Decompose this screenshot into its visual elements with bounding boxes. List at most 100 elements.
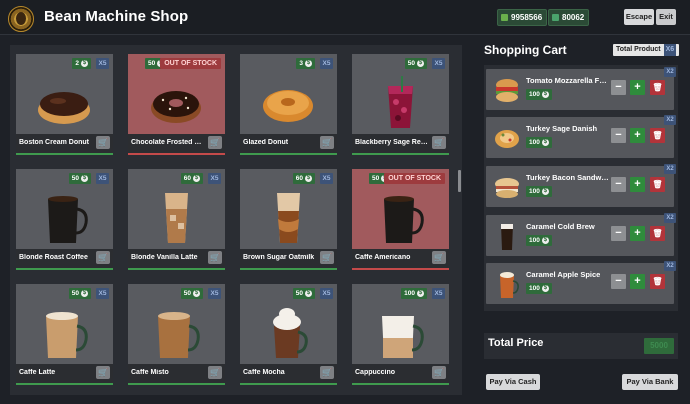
danish-icon bbox=[495, 130, 519, 148]
product-footer: Glazed Donut 🛒 bbox=[240, 134, 337, 155]
increase-qty-button[interactable]: + bbox=[630, 226, 645, 241]
product-footer: Brown Sugar Oatmilk 🛒 bbox=[240, 249, 337, 270]
cart-icon: 🛒 bbox=[434, 253, 444, 262]
add-to-cart-button[interactable]: 🛒 bbox=[320, 136, 334, 149]
trash-icon: 🗑 bbox=[652, 131, 663, 140]
price-tag: 50$ bbox=[404, 58, 427, 69]
stock-count: X5 bbox=[320, 173, 333, 184]
coffee-bean-logo-icon bbox=[8, 6, 34, 32]
product-grid[interactable]: 2$ X5 Boston Cream Donut 🛒 50$ OUT OF ST… bbox=[10, 45, 462, 395]
iced-latte-icon bbox=[165, 193, 188, 243]
add-to-cart-button[interactable]: 🛒 bbox=[208, 366, 222, 379]
cart-item: Tomato Mozzarella Focaccia 100$ − + 🗑 X2 bbox=[486, 67, 676, 110]
dollar-icon: $ bbox=[193, 290, 200, 297]
product-footer: Blackberry Sage Refresher 🛒 bbox=[352, 134, 449, 155]
dollar-icon: $ bbox=[417, 290, 424, 297]
remove-item-button[interactable]: 🗑 bbox=[650, 274, 665, 289]
mocha-mug-icon bbox=[273, 308, 308, 358]
bank-icon bbox=[552, 14, 559, 21]
dollar-icon: $ bbox=[193, 175, 200, 182]
remove-item-button[interactable]: 🗑 bbox=[650, 177, 665, 192]
dollar-icon: $ bbox=[81, 60, 88, 67]
add-to-cart-button[interactable]: 🛒 bbox=[96, 251, 110, 264]
price-tag: 50$ bbox=[68, 173, 91, 184]
scrollbar-thumb[interactable] bbox=[458, 170, 461, 192]
product-card[interactable]: 100 $ X5 Cappuccino 🛒 bbox=[352, 284, 449, 385]
add-to-cart-button[interactable]: 🛒 bbox=[320, 251, 334, 264]
cart-icon: 🛒 bbox=[322, 138, 332, 147]
product-name: Glazed Donut bbox=[243, 139, 289, 146]
add-to-cart-button[interactable]: 🛒 bbox=[96, 136, 110, 149]
cart-icon: 🛒 bbox=[210, 368, 220, 377]
product-name: Blonde Vanilla Latte bbox=[131, 254, 198, 261]
decrease-qty-button[interactable]: − bbox=[611, 177, 626, 192]
cash-balance: 9958566 bbox=[497, 9, 548, 26]
dollar-icon: $ bbox=[541, 285, 549, 292]
stock-count: X5 bbox=[96, 173, 109, 184]
cart-item-name: Turkey Bacon Sandwich bbox=[526, 173, 610, 182]
product-card[interactable]: 50$ OUT OF STOCK Caffe Americano 🛒 bbox=[352, 169, 449, 270]
cart-icon: 🛒 bbox=[210, 253, 220, 262]
stock-count: X5 bbox=[320, 288, 333, 299]
add-to-cart-button[interactable]: 🛒 bbox=[320, 366, 334, 379]
exit-button[interactable]: Exit bbox=[656, 9, 676, 25]
add-to-cart-button[interactable]: 🛒 bbox=[208, 251, 222, 264]
pay-bank-button[interactable]: Pay Via Bank bbox=[622, 374, 678, 390]
total-price-value: 5000 bbox=[644, 338, 674, 354]
remove-item-button[interactable]: 🗑 bbox=[650, 226, 665, 241]
remove-item-button[interactable]: 🗑 bbox=[650, 128, 665, 143]
cappuccino-mug-icon bbox=[382, 316, 424, 358]
dollar-icon: $ bbox=[305, 175, 312, 182]
product-card[interactable]: 50 $ X5 Caffe Misto 🛒 bbox=[128, 284, 225, 385]
stock-count: X5 bbox=[96, 288, 109, 299]
remove-item-button[interactable]: 🗑 bbox=[650, 80, 665, 95]
increase-qty-button[interactable]: + bbox=[630, 80, 645, 95]
product-card[interactable]: 2 $ X5 Boston Cream Donut 🛒 bbox=[16, 54, 113, 155]
increase-qty-button[interactable]: + bbox=[630, 274, 645, 289]
cash-balance-value: 9958566 bbox=[511, 13, 543, 22]
decrease-qty-button[interactable]: − bbox=[611, 128, 626, 143]
add-to-cart-button[interactable]: 🛒 bbox=[96, 366, 110, 379]
product-footer: Caffe Mocha 🛒 bbox=[240, 364, 337, 385]
escape-button[interactable]: Escape bbox=[624, 9, 654, 25]
price-tag: 2 $ bbox=[72, 58, 91, 69]
add-to-cart-button[interactable]: 🛒 bbox=[432, 136, 446, 149]
add-to-cart-button[interactable]: 🛒 bbox=[432, 251, 446, 264]
product-card[interactable]: 50 $ X5 Caffe Latte 🛒 bbox=[16, 284, 113, 385]
cart-item-price: 100 $ bbox=[526, 89, 552, 100]
total-product-label: Total Product bbox=[616, 46, 661, 53]
sandwich-icon bbox=[495, 178, 519, 198]
product-card[interactable]: 3 $ X5 Glazed Donut 🛒 bbox=[240, 54, 337, 155]
product-card[interactable]: 50$ OUT OF STOCK Chocolate Frosted Donut… bbox=[128, 54, 225, 155]
decrease-qty-button[interactable]: − bbox=[611, 274, 626, 289]
stock-count: X5 bbox=[96, 58, 109, 69]
out-of-stock-badge: OUT OF STOCK bbox=[384, 173, 445, 184]
donut-glazed-icon bbox=[263, 90, 313, 122]
decrease-qty-button[interactable]: − bbox=[611, 226, 626, 241]
cart-list[interactable]: Tomato Mozzarella Focaccia 100$ − + 🗑 X2… bbox=[484, 65, 678, 311]
product-card[interactable]: 50 $ X5 Blonde Roast Coffee 🛒 bbox=[16, 169, 113, 270]
stock-count: X5 bbox=[432, 288, 445, 299]
sandwich-icon bbox=[496, 79, 518, 102]
berry-drink-icon bbox=[388, 76, 413, 128]
price-tag: 100 $ bbox=[401, 288, 427, 299]
pay-cash-button[interactable]: Pay Via Cash bbox=[486, 374, 540, 390]
cash-icon bbox=[501, 14, 508, 21]
cart-icon: 🛒 bbox=[434, 138, 444, 147]
cart-item: Caramel Cold Brew 100 $ − + 🗑 X2 bbox=[486, 213, 676, 256]
product-card[interactable]: 60 $ X5 Blonde Vanilla Latte 🛒 bbox=[128, 169, 225, 270]
dollar-icon: $ bbox=[541, 91, 549, 98]
product-card[interactable]: 50$ X5 Blackberry Sage Refresher 🛒 bbox=[352, 54, 449, 155]
dollar-icon: $ bbox=[305, 290, 312, 297]
product-card[interactable]: 60 $ X5 Brown Sugar Oatmilk 🛒 bbox=[240, 169, 337, 270]
stock-count: X5 bbox=[320, 58, 333, 69]
product-card[interactable]: 50 $ X5 Caffe Mocha 🛒 bbox=[240, 284, 337, 385]
increase-qty-button[interactable]: + bbox=[630, 128, 645, 143]
add-to-cart-button[interactable]: 🛒 bbox=[432, 366, 446, 379]
decrease-qty-button[interactable]: − bbox=[611, 80, 626, 95]
iced-shaken-icon bbox=[277, 193, 300, 243]
total-price-box: Total Price 5000 bbox=[484, 333, 678, 359]
add-to-cart-button[interactable]: 🛒 bbox=[208, 136, 222, 149]
increase-qty-button[interactable]: + bbox=[630, 177, 645, 192]
product-name: Chocolate Frosted Donut bbox=[131, 139, 205, 146]
